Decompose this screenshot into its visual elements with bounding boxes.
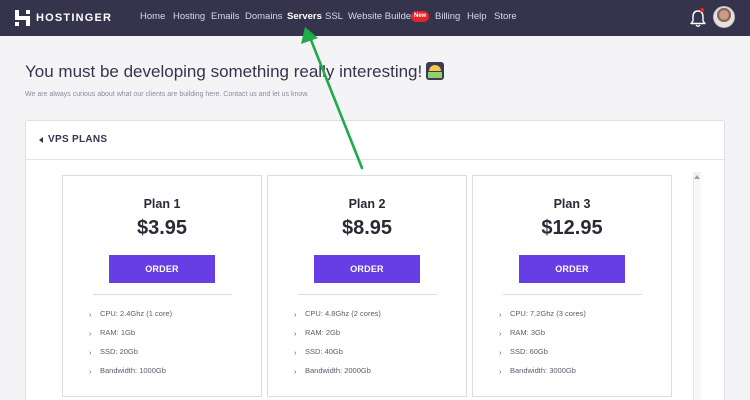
nav-store[interactable]: Store — [494, 11, 517, 22]
chevron-right-icon: › — [89, 348, 92, 357]
nav-billing[interactable]: Billing — [435, 11, 460, 22]
plan-name: Plan 2 — [348, 197, 386, 211]
divider — [93, 294, 232, 295]
nav-website-builder[interactable]: Website Builder — [348, 11, 414, 22]
chevron-right-icon: › — [294, 329, 297, 338]
feature-text: SSD: 40Gb — [305, 347, 343, 356]
order-button[interactable]: ORDER — [519, 255, 625, 283]
feature-text: CPU: 4.8Ghz (2 cores) — [305, 309, 381, 318]
feature-text: RAM: 3Gb — [510, 328, 546, 337]
feature-ram: › RAM: 1Gb — [89, 328, 172, 347]
plan-price: $3.95 — [136, 217, 188, 239]
feature-ssd: › SSD: 20Gb — [89, 347, 172, 366]
top-navbar: HOSTINGER Home Hosting Emails Domains Se… — [0, 0, 750, 36]
plan-price: $12.95 — [541, 217, 603, 239]
order-button[interactable]: ORDER — [314, 255, 420, 283]
plan-card-1: Plan 1 $3.95 ORDER › CPU: 2.4Ghz (1 core)… — [62, 175, 262, 397]
feature-text: SSD: 20Gb — [100, 347, 138, 356]
plan-card-3: Plan 3 $12.95 ORDER › CPU: 7.2Ghz (3 core… — [472, 175, 672, 397]
plan-name: Plan 1 — [143, 197, 181, 211]
scrollbar-thumb[interactable] — [693, 176, 701, 400]
feature-ram: › RAM: 3Gb — [499, 328, 586, 347]
notification-dot — [700, 8, 704, 12]
nav-domains[interactable]: Domains — [245, 11, 283, 22]
page-subtitle: We are always curious about what our cli… — [25, 91, 309, 98]
feature-ssd: › SSD: 60Gb — [499, 347, 586, 366]
chevron-right-icon: › — [89, 329, 92, 338]
chevron-right-icon: › — [499, 329, 502, 338]
page-title: You must be developing something really … — [25, 62, 445, 82]
feature-cpu: › CPU: 4.8Ghz (2 cores) — [294, 309, 381, 328]
user-avatar[interactable] — [713, 6, 735, 28]
feature-cpu: › CPU: 7.2Ghz (3 cores) — [499, 309, 586, 328]
feature-bandwidth: › Bandwidth: 1000Gb — [89, 366, 172, 385]
vps-plans-panel: VPS PLANS Plan 1 $3.95 ORDER › CPU: 2.4Gh… — [25, 120, 725, 400]
page-title-text: You must be developing something really … — [25, 62, 423, 81]
nav-home[interactable]: Home — [140, 11, 165, 22]
feature-text: Bandwidth: 2000Gb — [305, 366, 371, 375]
brand-name: HOSTINGER — [36, 12, 113, 24]
feature-list: › CPU: 4.8Ghz (2 cores) › RAM: 2Gb › SSD: 4… — [294, 309, 381, 385]
feature-list: › CPU: 7.2Ghz (3 cores) › RAM: 3Gb › SSD: 6… — [499, 309, 586, 385]
feature-ssd: › SSD: 40Gb — [294, 347, 381, 366]
nav-emails[interactable]: Emails — [211, 11, 240, 22]
hostinger-logo[interactable]: HOSTINGER — [15, 9, 112, 27]
plan-card-2: Plan 2 $8.95 ORDER › CPU: 4.8Ghz (2 cores… — [267, 175, 467, 397]
feature-text: SSD: 60Gb — [510, 347, 548, 356]
feature-text: RAM: 2Gb — [305, 328, 341, 337]
new-badge: New — [411, 11, 430, 22]
chevron-right-icon: › — [89, 310, 92, 319]
feature-text: RAM: 1Gb — [100, 328, 136, 337]
chevron-right-icon: › — [294, 310, 297, 319]
order-button[interactable]: ORDER — [109, 255, 215, 283]
nav-hosting[interactable]: Hosting — [173, 11, 205, 22]
feature-text: Bandwidth: 1000Gb — [100, 366, 166, 375]
chevron-right-icon: › — [294, 348, 297, 357]
feature-bandwidth: › Bandwidth: 3000Gb — [499, 366, 586, 385]
divider — [298, 294, 437, 295]
panel-header[interactable]: VPS PLANS — [26, 121, 724, 160]
feature-text: CPU: 2.4Ghz (1 core) — [100, 309, 173, 318]
sunrise-emoji-icon — [426, 62, 445, 80]
scroll-up-icon[interactable] — [694, 175, 700, 179]
panel-title: VPS PLANS — [48, 134, 108, 145]
chevron-right-icon: › — [294, 367, 297, 376]
feature-text: Bandwidth: 3000Gb — [510, 366, 576, 375]
feature-ram: › RAM: 2Gb — [294, 328, 381, 347]
plan-price: $8.95 — [341, 217, 393, 239]
feature-bandwidth: › Bandwidth: 2000Gb — [294, 366, 381, 385]
feature-text: CPU: 7.2Ghz (3 cores) — [510, 309, 586, 318]
chevron-right-icon: › — [89, 367, 92, 376]
chevron-left-icon[interactable] — [39, 137, 43, 143]
hostinger-logo-icon — [15, 10, 30, 26]
vertical-scrollbar[interactable] — [693, 172, 701, 400]
feature-cpu: › CPU: 2.4Ghz (1 core) — [89, 309, 172, 328]
divider — [503, 294, 642, 295]
nav-servers[interactable]: Servers — [287, 11, 322, 22]
chevron-right-icon: › — [499, 348, 502, 357]
chevron-right-icon: › — [499, 310, 502, 319]
nav-help[interactable]: Help — [467, 11, 487, 22]
feature-list: › CPU: 2.4Ghz (1 core) › RAM: 1Gb › SSD: 20… — [89, 309, 172, 385]
plan-name: Plan 3 — [553, 197, 591, 211]
nav-ssl[interactable]: SSL — [325, 11, 343, 22]
chevron-right-icon: › — [499, 367, 502, 376]
bell-icon[interactable] — [689, 8, 707, 28]
